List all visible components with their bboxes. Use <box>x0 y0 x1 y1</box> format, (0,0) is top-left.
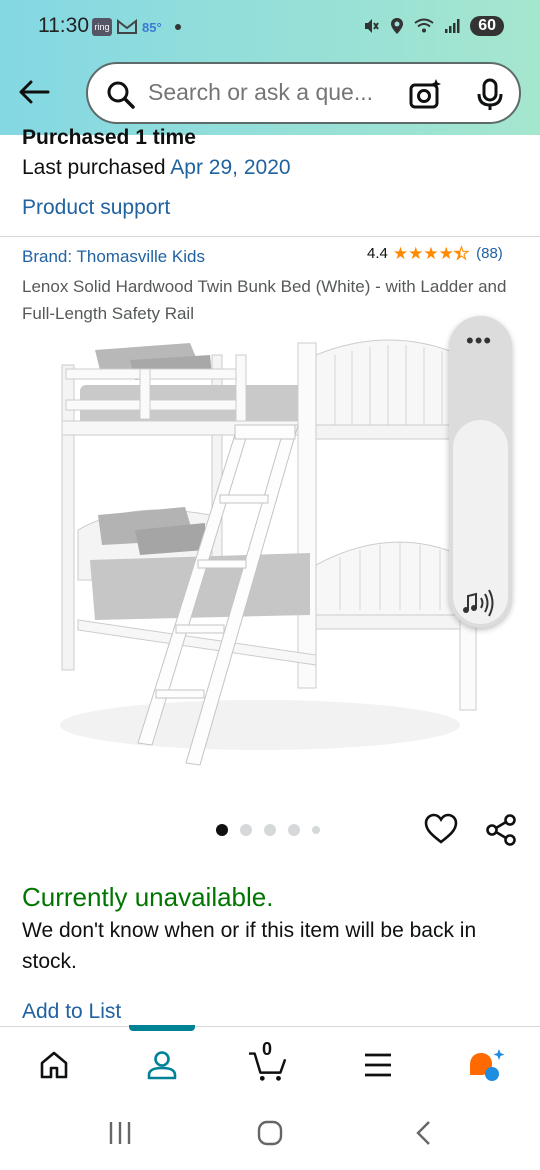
add-to-list-link[interactable]: Add to List <box>22 1000 121 1024</box>
star-full-icon: ★ <box>392 244 409 263</box>
search-bar[interactable] <box>86 62 521 124</box>
more-options-icon[interactable]: ••• <box>466 330 492 352</box>
star-full-icon: ★ <box>408 244 424 263</box>
home-circle-icon[interactable] <box>257 1120 283 1146</box>
section-divider <box>0 236 540 237</box>
carousel-dot[interactable] <box>264 824 276 836</box>
location-icon <box>391 18 404 34</box>
star-rating: ★ ★ ★ ★ ★ <box>392 244 470 263</box>
temperature-label: 85° <box>142 19 162 35</box>
last-purchased-label: Last purchased <box>22 156 166 179</box>
active-tab-indicator <box>129 1025 195 1031</box>
bottom-navigation: 0 <box>0 1025 540 1098</box>
audio-note-icon[interactable] <box>462 588 498 618</box>
carousel-dot[interactable] <box>216 824 228 836</box>
back-arrow-icon <box>19 80 50 104</box>
gmail-icon <box>117 19 137 34</box>
back-button[interactable] <box>14 72 54 112</box>
search-icon <box>107 81 135 109</box>
signal-icon <box>445 19 460 33</box>
share-button[interactable] <box>484 813 518 852</box>
more-notifications-dot <box>174 24 181 30</box>
recent-apps-icon[interactable] <box>108 1120 132 1146</box>
wifi-icon <box>414 18 434 33</box>
battery-indicator: 60 <box>470 16 504 36</box>
account-icon <box>147 1051 177 1080</box>
status-bar: 11:30 ring 85° 60 <box>0 0 540 56</box>
ring-app-icon: ring <box>92 18 112 36</box>
search-input[interactable] <box>148 79 388 106</box>
back-chevron-icon[interactable] <box>414 1120 432 1146</box>
system-status-icons: 60 <box>362 16 504 36</box>
nav-menu[interactable] <box>358 1045 398 1085</box>
carousel-dot[interactable] <box>240 824 252 836</box>
carousel-dot[interactable] <box>312 826 320 834</box>
star-full-icon: ★ <box>438 244 454 263</box>
product-image[interactable] <box>40 325 500 775</box>
cart-count: 0 <box>262 1039 273 1059</box>
home-icon <box>40 1051 68 1079</box>
app-header: 11:30 ring 85° 60 <box>0 0 540 135</box>
notification-icons: ring 85° <box>92 18 181 36</box>
menu-icon <box>365 1053 391 1077</box>
product-support-link[interactable]: Product support <box>22 196 170 220</box>
star-full-icon: ★ <box>423 244 439 263</box>
nav-cart[interactable]: 0 <box>248 1039 288 1085</box>
nav-account[interactable] <box>142 1045 182 1085</box>
star-half-icon: ★ <box>453 244 470 263</box>
rating-count: (88) <box>476 245 503 262</box>
rating-value: 4.4 <box>367 245 388 262</box>
microphone-icon[interactable] <box>476 78 504 112</box>
status-time: 11:30 <box>38 14 89 37</box>
camera-lens-icon[interactable] <box>408 78 442 112</box>
rufus-assistant-icon <box>470 1049 505 1081</box>
purchase-count: Purchased 1 time <box>22 126 196 149</box>
system-navigation-bar <box>0 1098 540 1170</box>
availability-message: We don't know when or if this item will … <box>22 919 477 973</box>
nav-home[interactable] <box>34 1045 74 1085</box>
nav-rufus[interactable] <box>466 1045 506 1085</box>
wishlist-button[interactable] <box>424 813 458 850</box>
last-purchased-date[interactable]: Apr 29, 2020 <box>170 156 290 179</box>
share-icon <box>486 814 516 846</box>
last-purchased: Last purchased Apr 29, 2020 <box>22 156 291 180</box>
rating-summary[interactable]: 4.4 ★ ★ ★ ★ ★ (88) <box>367 244 503 263</box>
product-title: Lenox Solid Hardwood Twin Bunk Bed (Whit… <box>22 277 507 323</box>
floating-assistant-widget[interactable]: ••• <box>449 316 512 628</box>
brand-link[interactable]: Brand: Thomasville Kids <box>22 247 205 267</box>
carousel-dot[interactable] <box>288 824 300 836</box>
image-carousel-dots[interactable] <box>216 824 320 836</box>
availability-status: Currently unavailable. <box>22 882 274 912</box>
heart-icon <box>424 813 458 844</box>
mute-icon <box>365 19 380 33</box>
